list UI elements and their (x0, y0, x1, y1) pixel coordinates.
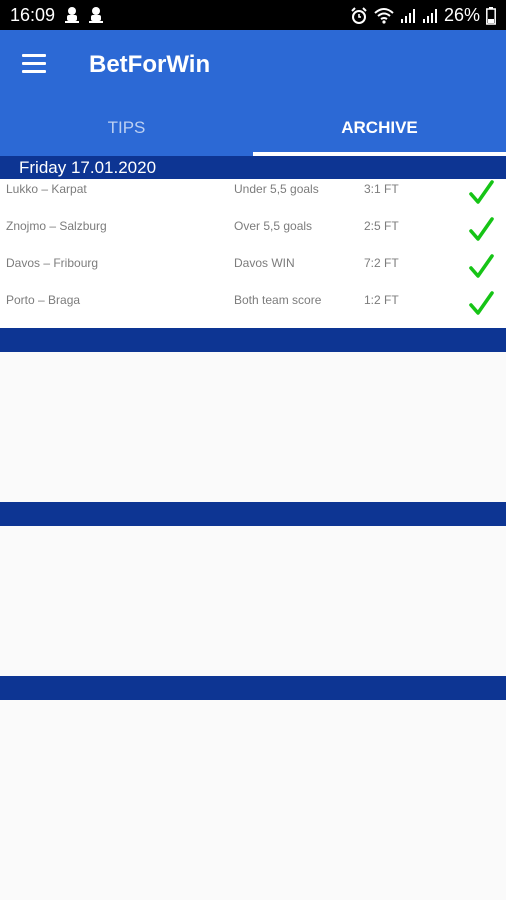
tips-list: Lukko – Karpat Under 5,5 goals 3:1 FT Zn… (0, 179, 506, 329)
wifi-icon (374, 7, 394, 24)
match-name: Znojmo – Salzburg (6, 219, 107, 233)
result-score: 3:1 FT (364, 182, 399, 196)
tab-tips[interactable]: TIPS (0, 100, 253, 156)
app-toolbar: BetForWin (0, 30, 506, 100)
status-bar: 16:09 26% (0, 0, 506, 30)
usb-debug-icon (89, 7, 103, 23)
checkmark-icon (469, 217, 494, 241)
date-header: Friday 17.01.2020 (0, 156, 506, 179)
empty-section (0, 700, 506, 900)
date-header (0, 676, 506, 700)
empty-section (0, 352, 506, 502)
list-item[interactable]: Znojmo – Salzburg Over 5,5 goals 2:5 FT (0, 216, 506, 253)
usb-debug-icon (65, 7, 79, 23)
list-item[interactable]: Davos – Fribourg Davos WIN 7:2 FT (0, 253, 506, 290)
match-name: Porto – Braga (6, 293, 81, 307)
app-title: BetForWin (89, 51, 211, 78)
tip-text: Over 5,5 goals (234, 219, 313, 233)
tip-text: Under 5,5 goals (234, 182, 319, 196)
date-label: Friday 17.01.2020 (19, 158, 157, 177)
date-header (0, 328, 506, 352)
result-score: 2:5 FT (364, 219, 399, 233)
signal-icon (400, 8, 415, 23)
tab-archive[interactable]: ARCHIVE (253, 100, 506, 156)
signal-icon (422, 8, 437, 23)
match-name: Lukko – Karpat (6, 182, 87, 196)
status-time: 16:09 (10, 5, 56, 25)
date-header (0, 502, 506, 526)
result-score: 7:2 FT (364, 256, 399, 270)
checkmark-icon (469, 180, 494, 204)
checkmark-icon (469, 254, 494, 278)
alarm-icon (351, 6, 367, 24)
result-score: 1:2 FT (364, 293, 399, 307)
hamburger-icon[interactable] (22, 54, 46, 74)
checkmark-icon (469, 291, 494, 315)
list-item[interactable]: Lukko – Karpat Under 5,5 goals 3:1 FT (0, 179, 506, 216)
empty-section (0, 526, 506, 676)
battery-percent: 26% (443, 5, 480, 25)
tip-text: Davos WIN (234, 256, 295, 270)
battery-icon (486, 6, 496, 25)
tab-bar: TIPS ARCHIVE (0, 100, 506, 156)
match-name: Davos – Fribourg (6, 256, 99, 270)
tip-text: Both team score (234, 293, 322, 307)
list-item[interactable]: Porto – Braga Both team score 1:2 FT (0, 290, 506, 327)
